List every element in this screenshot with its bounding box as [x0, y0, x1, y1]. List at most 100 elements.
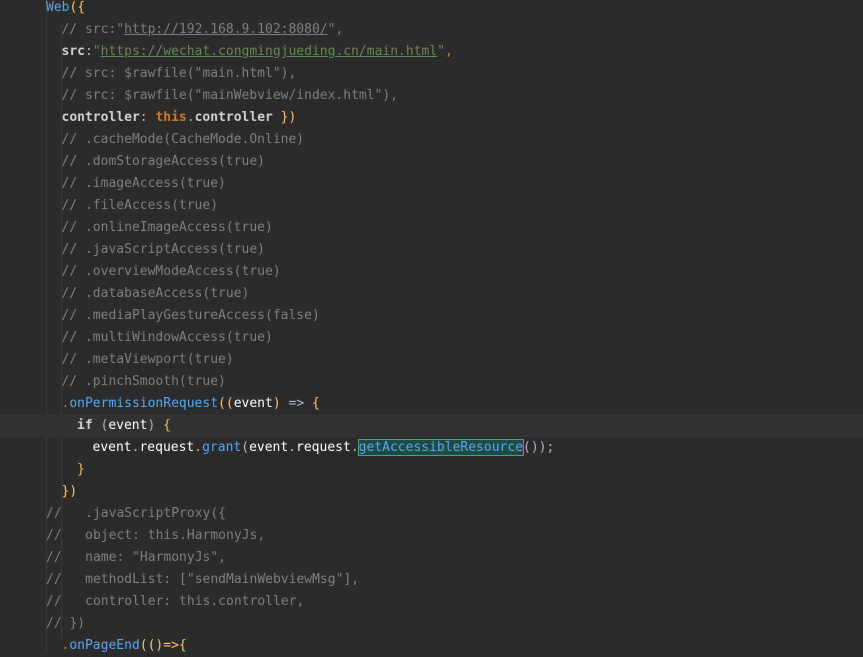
- code-line[interactable]: // src: $rawfile("main.html"),: [0, 63, 863, 85]
- code-token: event: [108, 418, 148, 433]
- code-token: ,: [445, 44, 453, 59]
- code-token: onPageEnd: [69, 638, 140, 653]
- code-token: event: [249, 440, 289, 455]
- code-text: // .onlineImageAccess(true): [62, 217, 273, 239]
- code-line[interactable]: // .domStorageAccess(true): [0, 151, 863, 173]
- code-text: // .javaScriptProxy({: [46, 503, 226, 525]
- code-token: this: [155, 110, 187, 125]
- code-line[interactable]: // .overviewModeAccess(true): [0, 261, 863, 283]
- code-line[interactable]: // .javaScriptAccess(true): [0, 239, 863, 261]
- code-token: // .pinchSmooth(true): [61, 374, 226, 389]
- code-line[interactable]: // .pinchSmooth(true): [0, 371, 863, 393]
- highlighted-token: getAccessibleResource: [357, 439, 525, 456]
- code-token: grant: [202, 440, 242, 455]
- code-line[interactable]: // .javaScriptProxy({: [0, 503, 863, 525]
- code-token: if: [77, 418, 93, 433]
- code-token: ): [272, 396, 289, 411]
- code-token: // .onlineImageAccess(true): [61, 220, 273, 235]
- code-token: event: [233, 396, 273, 411]
- code-line[interactable]: // controller: this.controller,: [0, 591, 863, 613]
- code-text: src:"https://wechat.congmingjueding.cn/m…: [62, 41, 453, 63]
- code-token: }): [272, 110, 297, 125]
- code-line[interactable]: // .cacheMode(CacheMode.Online): [0, 129, 863, 151]
- code-token: ): [147, 418, 164, 433]
- code-line[interactable]: .onPageEnd(()=>{: [0, 635, 863, 657]
- code-text: Web({: [46, 0, 85, 19]
- code-line[interactable]: // object: this.HarmonyJs,: [0, 525, 863, 547]
- code-text: // .overviewModeAccess(true): [62, 261, 281, 283]
- code-token: // .metaViewport(true): [61, 352, 234, 367]
- code-line-current[interactable]: if (event) {: [0, 415, 863, 437]
- code-token: controller: [61, 110, 140, 125]
- code-line[interactable]: // .mediaPlayGestureAccess(false): [0, 305, 863, 327]
- code-line[interactable]: // .databaseAccess(true): [0, 283, 863, 305]
- code-line[interactable]: .onPermissionRequest((event) => {: [0, 393, 863, 415]
- code-line[interactable]: Web({: [0, 0, 863, 19]
- code-token: ",: [327, 22, 344, 37]
- code-line[interactable]: // src: $rawfile("mainWebview/index.html…: [0, 85, 863, 107]
- code-text: if (event) {: [77, 415, 171, 437]
- code-token: :: [84, 44, 93, 59]
- code-line[interactable]: // .imageAccess(true): [0, 173, 863, 195]
- code-text: // .metaViewport(true): [62, 349, 234, 371]
- code-text: // .mediaPlayGestureAccess(false): [62, 305, 320, 327]
- code-text: .onPageEnd(()=>{: [62, 635, 187, 657]
- code-line[interactable]: }): [0, 481, 863, 503]
- code-text: // .cacheMode(CacheMode.Online): [62, 129, 305, 151]
- code-token: .: [186, 110, 195, 125]
- code-text: // controller: this.controller,: [46, 591, 304, 613]
- code-text: event.request.grant(event.request.getAcc…: [93, 437, 555, 459]
- code-token: onPermissionRequest: [69, 396, 219, 411]
- code-text: // .multiWindowAccess(true): [62, 327, 273, 349]
- code-token: ());: [523, 440, 555, 455]
- code-line[interactable]: // src:"http://192.168.9.102:8080/",: [0, 19, 863, 41]
- code-line[interactable]: // }): [0, 613, 863, 635]
- code-line[interactable]: // .multiWindowAccess(true): [0, 327, 863, 349]
- code-token: // }): [46, 616, 86, 631]
- code-token: // .multiWindowAccess(true): [61, 330, 273, 345]
- code-text: .onPermissionRequest((event) => {: [62, 393, 320, 415]
- code-line[interactable]: // .fileAccess(true): [0, 195, 863, 217]
- code-text: // src:"http://192.168.9.102:8080/",: [62, 19, 344, 41]
- code-token: // .javaScriptProxy({: [46, 506, 227, 521]
- code-token: // .cacheMode(CacheMode.Online): [61, 132, 305, 147]
- code-line[interactable]: // name: "HarmonyJs",: [0, 547, 863, 569]
- code-line[interactable]: event.request.grant(event.request.getAcc…: [0, 437, 863, 459]
- code-token: ({: [69, 0, 86, 15]
- code-token: // .fileAccess(true): [61, 198, 219, 213]
- code-token: Web: [46, 0, 70, 15]
- code-token: .: [194, 440, 203, 455]
- code-token: request: [296, 440, 351, 455]
- code-token: // .databaseAccess(true): [61, 286, 250, 301]
- code-line[interactable]: // .onlineImageAccess(true): [0, 217, 863, 239]
- code-line[interactable]: // .metaViewport(true): [0, 349, 863, 371]
- code-token: .: [288, 440, 297, 455]
- code-token: request: [139, 440, 195, 455]
- code-text: controller: this.controller }): [62, 107, 297, 129]
- code-token: // src: $rawfile("mainWebview/index.html…: [61, 88, 399, 103]
- code-token: http://192.168.9.102:8080/: [124, 22, 328, 37]
- code-line[interactable]: }: [0, 459, 863, 481]
- code-token: {: [311, 396, 320, 411]
- code-token: .: [350, 440, 359, 455]
- code-token: }): [61, 484, 78, 499]
- code-text: // .pinchSmooth(true): [62, 371, 226, 393]
- code-line[interactable]: // methodList: ["sendMainWebviewMsg"],: [0, 569, 863, 591]
- code-editor[interactable]: Web({// src:"http://192.168.9.102:8080/"…: [0, 0, 863, 653]
- code-token: // object: this.HarmonyJs,: [46, 528, 266, 543]
- code-token: // .overviewModeAccess(true): [61, 264, 281, 279]
- code-text: // .imageAccess(true): [62, 173, 226, 195]
- code-token: ": [92, 44, 101, 59]
- code-text: // methodList: ["sendMainWebviewMsg"],: [46, 569, 359, 591]
- code-line[interactable]: src:"https://wechat.congmingjueding.cn/m…: [0, 41, 863, 63]
- code-line[interactable]: controller: this.controller }): [0, 107, 863, 129]
- code-text: }: [77, 459, 85, 481]
- code-token: (: [241, 440, 250, 455]
- code-text: // .domStorageAccess(true): [62, 151, 266, 173]
- code-token: {: [163, 418, 171, 433]
- code-token: (()=>{: [139, 638, 187, 653]
- code-token: // controller: this.controller,: [46, 594, 305, 609]
- code-token: ": [437, 44, 446, 59]
- code-text: // name: "HarmonyJs",: [46, 547, 226, 569]
- code-text: // .fileAccess(true): [62, 195, 219, 217]
